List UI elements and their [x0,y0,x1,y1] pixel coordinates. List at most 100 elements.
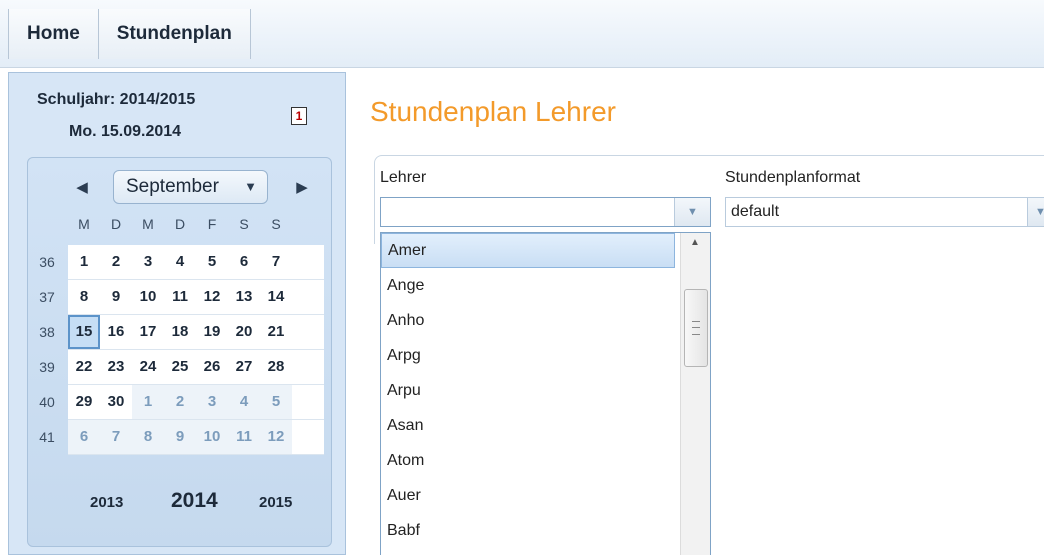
calendar-day[interactable]: 21 [260,315,292,349]
calendar-week-row: 29 30 1 2 3 4 5 [68,385,324,420]
weekday-headers: M D M D F S S [68,216,324,236]
week-number: 36 [39,254,55,270]
week-number: 40 [39,394,55,410]
calendar-day[interactable]: 3 [132,245,164,279]
calendar-day[interactable]: 29 [68,385,100,419]
dropdown-arrow-icon[interactable]: ▼ [674,198,710,226]
calendar-day-other-month[interactable]: 7 [100,420,132,454]
date-sidebar: Schuljahr: 2014/2015 Mo. 15.09.2014 1 ◀ … [8,72,346,555]
main-nav: Home Stundenplan [8,9,251,67]
calendar-day-grid: 1 2 3 4 5 6 7 8 9 10 11 12 13 14 15 16 1… [68,245,324,455]
calendar-day[interactable]: 17 [132,315,164,349]
calendar-day[interactable]: 19 [196,315,228,349]
calendar-day-other-month[interactable]: 11 [228,420,260,454]
weekday-header: M [142,216,154,232]
dropdown-option[interactable]: Asan [381,408,675,443]
weekday-header: S [271,216,281,232]
calendar-day-other-month[interactable]: 8 [132,420,164,454]
nav-tab-home[interactable]: Home [8,9,99,59]
dropdown-option[interactable]: Ange [381,268,675,303]
chevron-down-icon: ▼ [244,179,257,194]
dropdown-option[interactable]: Arpg [381,338,675,373]
calendar-day-other-month[interactable]: 10 [196,420,228,454]
calendar-day[interactable]: 18 [164,315,196,349]
calendar-day-other-month[interactable]: 3 [196,385,228,419]
calendar-day[interactable]: 25 [164,350,196,384]
week-number: 37 [39,289,55,305]
calendar-day[interactable]: 6 [228,245,260,279]
calendar-day[interactable]: 22 [68,350,100,384]
dropdown-option-highlighted[interactable]: Amer [381,233,675,268]
weekday-header: S [239,216,249,232]
school-year-label: Schuljahr: 2014/2015 [37,91,196,108]
calendar-day[interactable]: 2 [100,245,132,279]
calendar-day-other-month[interactable]: 9 [164,420,196,454]
month-select[interactable]: September ▼ [113,170,268,204]
dropdown-option[interactable]: Auer [381,478,675,513]
month-calendar: ◀ September ▼ ▶ M D M D F S S 36 37 38 3… [27,157,332,547]
calendar-day[interactable]: 12 [196,280,228,314]
calendar-day-other-month[interactable]: 6 [68,420,100,454]
current-date-label: Mo. 15.09.2014 [69,123,182,140]
dropdown-option[interactable]: Anho [381,303,675,338]
dropdown-option[interactable]: Babf [381,513,675,548]
today-calendar-icon[interactable]: 1 [291,107,307,125]
calendar-day-other-month[interactable]: 5 [260,385,292,419]
calendar-day[interactable]: 11 [164,280,196,314]
lehrer-combobox[interactable]: ▼ [380,197,711,227]
weekday-header: M [78,216,90,232]
calendar-day[interactable]: 8 [68,280,100,314]
calendar-day-selected[interactable]: 15 [68,315,100,349]
calendar-day[interactable]: 9 [100,280,132,314]
lehrer-dropdown-list[interactable]: Amer Ange Anho Arpg Arpu Asan Atom Auer … [380,232,711,555]
calendar-day[interactable]: 27 [228,350,260,384]
top-navigation-bar: Home Stundenplan [0,0,1044,68]
calendar-day[interactable]: 24 [132,350,164,384]
calendar-day[interactable]: 20 [228,315,260,349]
stundenplanformat-label: Stundenplanformat [725,169,861,186]
grip-icon [692,321,700,335]
lehrer-label: Lehrer [380,169,427,186]
scroll-up-arrow-icon[interactable]: ▲ [681,237,709,248]
calendar-day[interactable]: 28 [260,350,292,384]
weekday-header: D [110,216,122,232]
next-month-icon[interactable]: ▶ [292,176,312,200]
nav-tab-stundenplan[interactable]: Stundenplan [97,9,251,59]
calendar-day[interactable]: 13 [228,280,260,314]
previous-month-icon[interactable]: ◀ [72,176,92,200]
page-title: Stundenplan Lehrer [370,96,616,127]
year-previous[interactable]: 2013 [90,494,123,511]
calendar-day-other-month[interactable]: 1 [132,385,164,419]
year-next[interactable]: 2015 [259,494,292,511]
calendar-day[interactable]: 23 [100,350,132,384]
stundenplanformat-value: default [731,203,780,220]
calendar-week-row: 22 23 24 25 26 27 28 [68,350,324,385]
calendar-week-row: 15 16 17 18 19 20 21 [68,315,324,350]
week-number: 39 [39,359,55,375]
calendar-day-other-month[interactable]: 4 [228,385,260,419]
calendar-day[interactable]: 16 [100,315,132,349]
stundenplanformat-combobox[interactable]: default ▼ [725,197,1044,227]
calendar-day[interactable]: 7 [260,245,292,279]
year-current[interactable]: 2014 [171,489,218,513]
week-number: 41 [39,429,55,445]
calendar-day[interactable]: 5 [196,245,228,279]
calendar-day[interactable]: 4 [164,245,196,279]
calendar-day[interactable]: 26 [196,350,228,384]
calendar-day[interactable]: 14 [260,280,292,314]
dropdown-arrow-icon[interactable]: ▼ [1027,198,1044,226]
week-number: 38 [39,324,55,340]
dropdown-option[interactable]: Arpu [381,373,675,408]
weekday-header: F [207,216,217,232]
calendar-day-other-month[interactable]: 2 [164,385,196,419]
scrollbar-thumb[interactable] [684,289,708,367]
calendar-week-row: 8 9 10 11 12 13 14 [68,280,324,315]
calendar-week-row: 6 7 8 9 10 11 12 [68,420,324,455]
calendar-day[interactable]: 30 [100,385,132,419]
calendar-day[interactable]: 10 [132,280,164,314]
dropdown-scrollbar[interactable]: ▲ [680,233,710,555]
calendar-day-other-month[interactable]: 12 [260,420,292,454]
weekday-header: D [174,216,186,232]
dropdown-option[interactable]: Atom [381,443,675,478]
calendar-day[interactable]: 1 [68,245,100,279]
